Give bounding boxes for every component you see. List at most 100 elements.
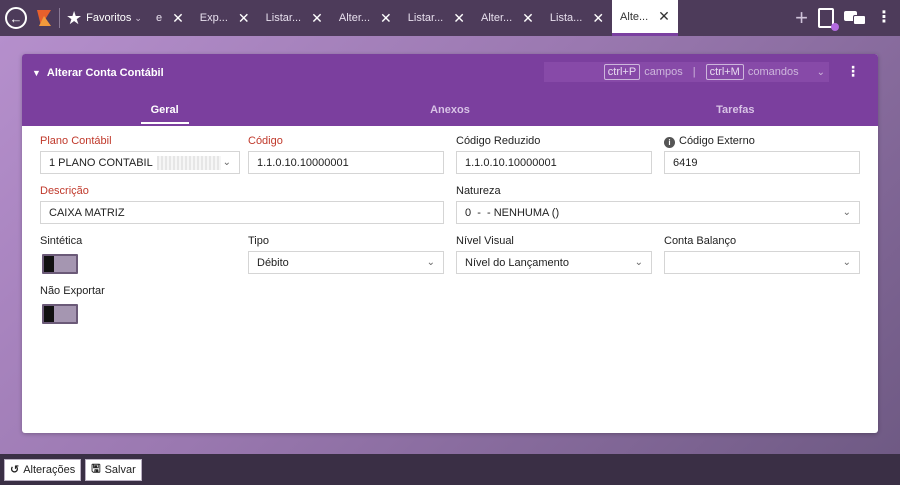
alteracoes-label: Alterações <box>23 463 76 476</box>
chevron-down-icon: ⌄ <box>842 207 851 218</box>
info-icon[interactable]: i <box>664 137 675 148</box>
chevron-down-icon: ⌄ <box>222 157 231 168</box>
codigo-value: 1.1.0.10.10000001 <box>257 156 349 169</box>
conta-balanco-label: Conta Balanço <box>664 235 737 247</box>
nao-exportar-toggle[interactable] <box>42 304 78 324</box>
descricao-label: Descrição <box>40 185 89 197</box>
bottom-action-bar: ↺ Alterações 🖫 Salvar <box>0 454 900 485</box>
back-arrow-icon[interactable]: ← <box>5 7 27 29</box>
codigo-reduzido-value: 1.1.0.10.10000001 <box>465 156 557 169</box>
form-body: Plano Contábil 1 PLANO CONTABIL ⌄ Código… <box>22 126 878 433</box>
edit-account-card: ▼ Alterar Conta Contábil ctrl+P campos |… <box>22 54 878 433</box>
chevron-down-icon: ⌄ <box>426 257 435 268</box>
close-icon[interactable]: ✕ <box>380 10 392 27</box>
history-icon: ↺ <box>10 464 20 476</box>
shortcut-bar[interactable]: ctrl+P campos | ctrl+M comandos ⌄ <box>544 62 829 82</box>
natureza-select[interactable]: 0 - - NENHUMA () ⌄ <box>456 201 860 224</box>
divider <box>59 8 60 28</box>
card-header: ▼ Alterar Conta Contábil ctrl+P campos |… <box>22 54 878 126</box>
save-disk-icon: 🖫 <box>91 463 101 475</box>
subtab-anexos[interactable]: Anexos <box>307 98 592 126</box>
workspace: ▼ Alterar Conta Contábil ctrl+P campos |… <box>0 36 900 454</box>
tab-8-active[interactable]: Alte... ✕ <box>612 0 678 36</box>
subtab-tarefas[interactable]: Tarefas <box>593 98 878 126</box>
tab-label: Alter... <box>480 12 513 24</box>
card-title[interactable]: ▼ Alterar Conta Contábil <box>32 67 164 79</box>
tipo-value: Débito <box>257 256 289 269</box>
codigo-input[interactable]: 1.1.0.10.10000001 <box>248 151 444 174</box>
tipo-label: Tipo <box>248 235 269 247</box>
shortcut-key-commands: ctrl+M <box>705 64 744 80</box>
tab-label: Listar... <box>265 12 302 24</box>
subtab-label: Geral <box>140 104 189 124</box>
plano-contabil-select[interactable]: 1 PLANO CONTABIL ⌄ <box>40 151 240 174</box>
chevron-down-icon[interactable]: ⌄ <box>817 67 825 78</box>
descricao-value: CAIXA MATRIZ <box>49 206 125 219</box>
codigo-externo-label-wrap: i Código Externo <box>664 135 755 148</box>
chevron-down-icon: ⌄ <box>634 257 643 268</box>
salvar-label: Salvar <box>104 463 136 476</box>
toggle-knob <box>44 306 54 322</box>
card-title-text: Alterar Conta Contábil <box>46 67 164 79</box>
tab-2[interactable]: Exp... ✕ <box>192 0 258 36</box>
close-icon[interactable]: ✕ <box>522 10 534 27</box>
clipboard-check-icon[interactable] <box>818 8 839 31</box>
plano-contabil-value: 1 PLANO CONTABIL <box>49 156 153 169</box>
favorites-menu[interactable]: ★ Favoritos ⌄ <box>66 9 142 27</box>
tab-1[interactable]: e ✕ <box>148 0 192 36</box>
codigo-reduzido-input[interactable]: 1.1.0.10.10000001 <box>456 151 652 174</box>
chevron-down-icon: ⌄ <box>134 12 142 23</box>
close-icon[interactable]: ✕ <box>238 10 250 27</box>
subtab-geral[interactable]: Geral <box>22 98 307 126</box>
close-icon[interactable]: ✕ <box>172 10 184 27</box>
codigo-externo-input[interactable]: 6419 <box>664 151 860 174</box>
add-tab-icon[interactable]: + <box>795 7 808 29</box>
close-icon[interactable]: ✕ <box>658 8 670 25</box>
conta-balanco-select[interactable]: ⌄ <box>664 251 860 274</box>
favorites-label: Favoritos <box>86 12 132 24</box>
codigo-externo-value: 6419 <box>673 156 698 169</box>
codigo-externo-label: Código Externo <box>679 135 755 147</box>
star-icon: ★ <box>66 8 83 28</box>
tab-5[interactable]: Listar... ✕ <box>400 0 473 36</box>
codigo-label: Código <box>248 135 283 147</box>
close-icon[interactable]: ✕ <box>311 10 323 27</box>
sintetica-label: Sintética <box>40 235 83 247</box>
toggle-knob <box>44 256 54 272</box>
tab-6[interactable]: Alter... ✕ <box>473 0 542 36</box>
close-icon[interactable]: ✕ <box>453 10 465 27</box>
subtab-strip: Geral Anexos Tarefas <box>22 98 878 126</box>
tab-7[interactable]: Lista... ✕ <box>542 0 612 36</box>
tab-4[interactable]: Alter... ✕ <box>331 0 400 36</box>
close-icon[interactable]: ✕ <box>592 10 604 27</box>
tipo-select[interactable]: Débito ⌄ <box>248 251 444 274</box>
redacted-mask <box>156 155 221 170</box>
natureza-value: 0 - - NENHUMA () <box>465 206 560 219</box>
card-kebab-menu-icon[interactable]: ⋮ <box>846 64 860 78</box>
chevron-down-icon: ⌄ <box>842 257 851 268</box>
nivel-visual-select[interactable]: Nível do Lançamento ⌄ <box>456 251 652 274</box>
tab-label: Lista... <box>549 12 583 24</box>
app-logo-icon <box>37 10 51 26</box>
nivel-visual-value: Nível do Lançamento <box>465 256 569 269</box>
tab-label: Exp... <box>199 12 228 24</box>
nao-exportar-label: Não Exportar <box>40 285 105 297</box>
shortcut-label-commands: comandos <box>747 66 799 78</box>
alteracoes-button[interactable]: ↺ Alterações <box>4 458 82 481</box>
plano-contabil-label: Plano Contábil <box>40 135 112 147</box>
shortcut-key-fields: ctrl+P <box>603 64 641 80</box>
descricao-input[interactable]: CAIXA MATRIZ <box>40 201 444 224</box>
top-tab-bar: ← ★ Favoritos ⌄ e ✕ Exp... ✕ Listar... ✕ Al… <box>0 0 900 36</box>
chat-icon[interactable] <box>844 11 866 25</box>
shortcut-label-fields: campos <box>644 66 683 78</box>
tab-3[interactable]: Listar... ✕ <box>258 0 331 36</box>
salvar-button[interactable]: 🖫 Salvar <box>85 458 142 481</box>
tab-label: Alter... <box>338 12 371 24</box>
sintetica-toggle[interactable] <box>42 254 78 274</box>
codigo-reduzido-label: Código Reduzido <box>456 135 541 147</box>
collapse-triangle-icon[interactable]: ▼ <box>32 68 41 78</box>
notification-dot <box>831 23 839 31</box>
shortcut-separator: | <box>692 66 696 78</box>
kebab-menu-icon[interactable]: ⋮ <box>876 10 892 26</box>
tab-label: Listar... <box>407 12 444 24</box>
